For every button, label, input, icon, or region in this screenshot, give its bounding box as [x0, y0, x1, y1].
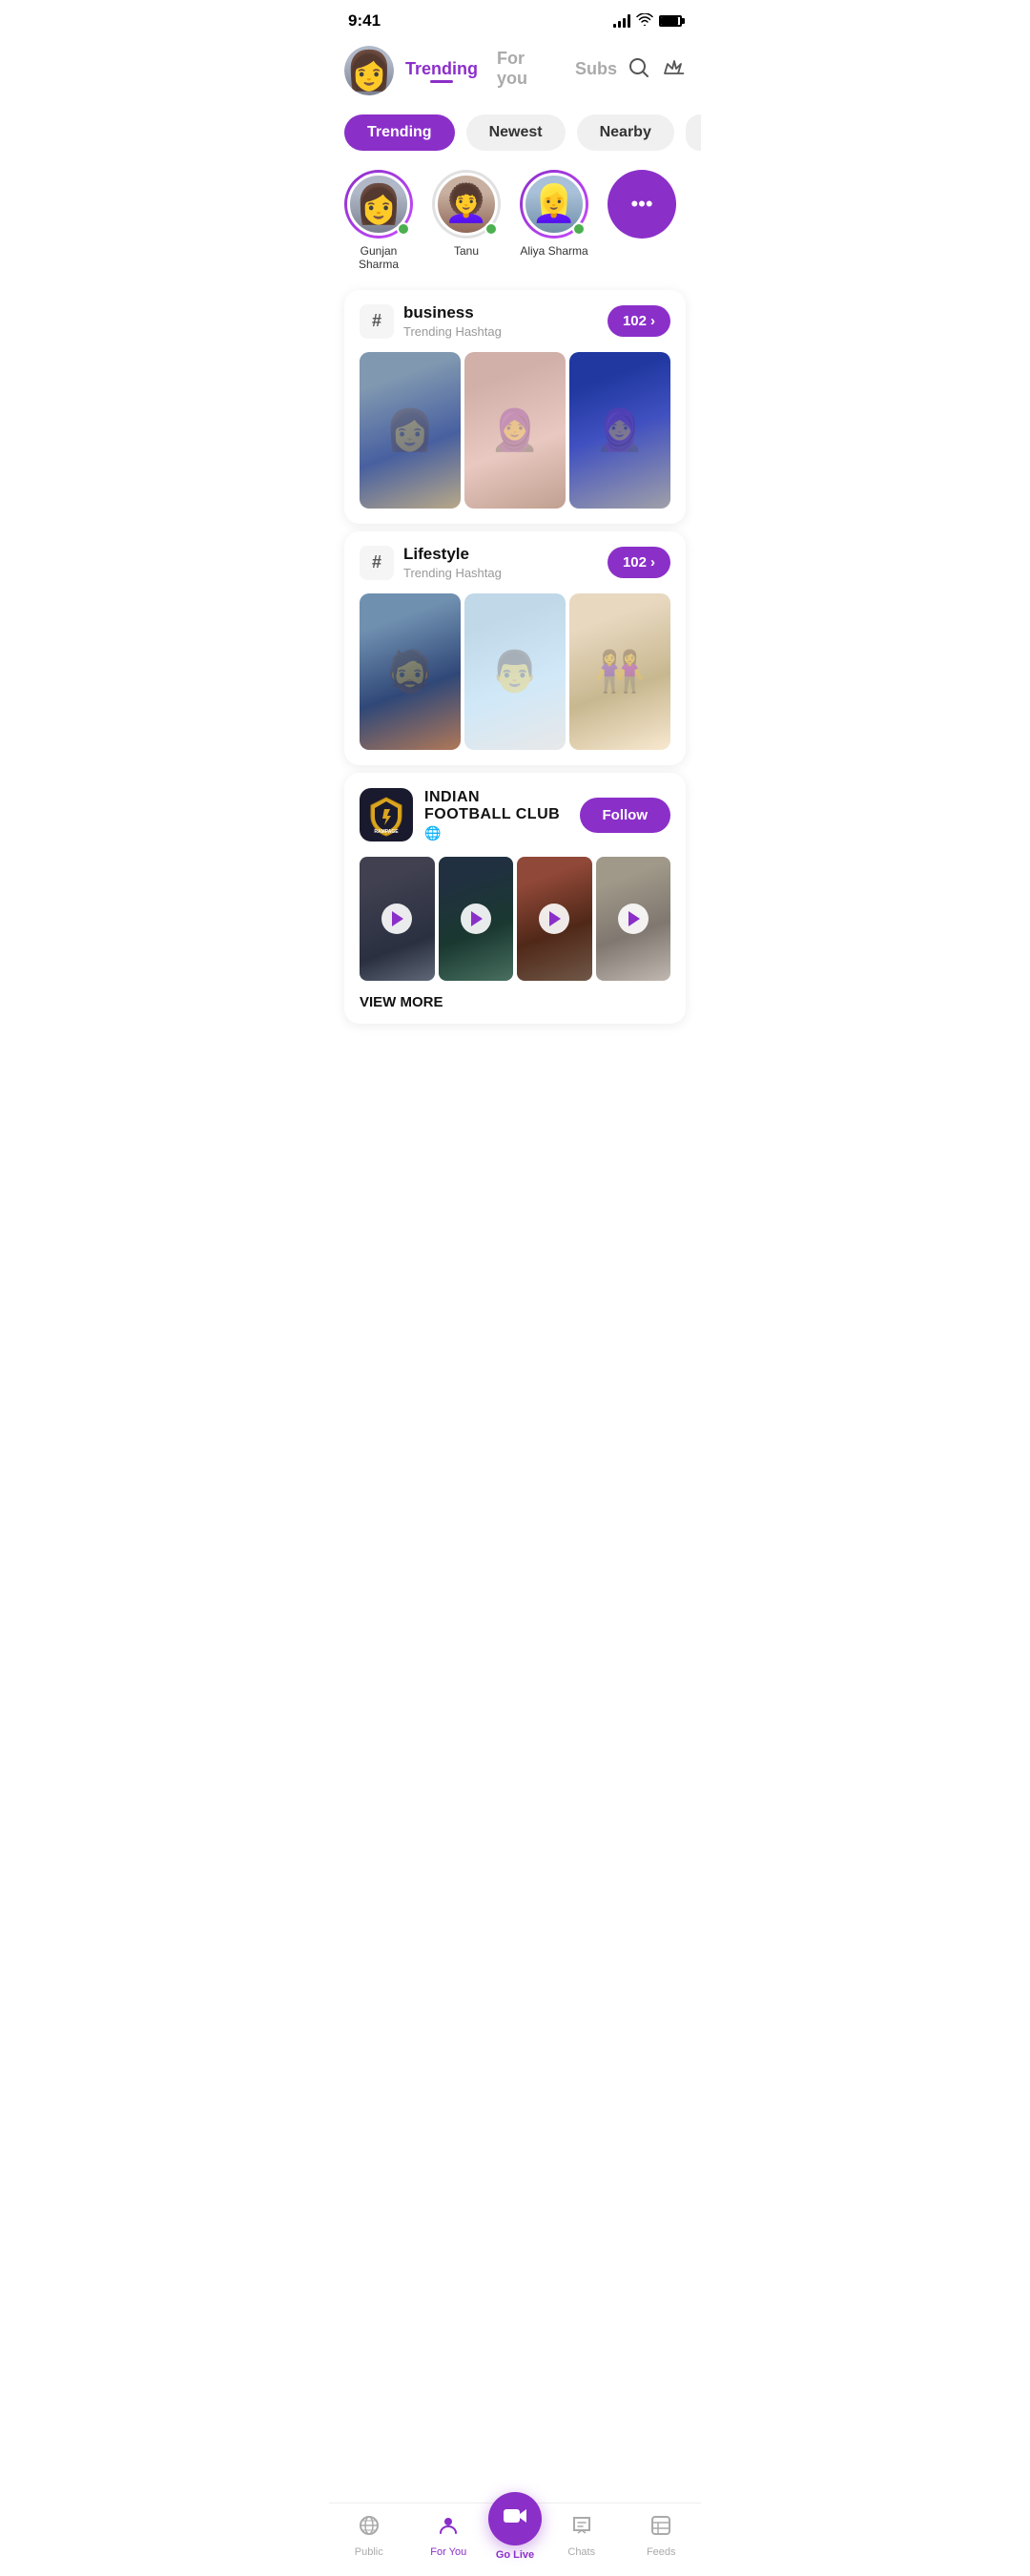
chats-icon — [570, 2514, 593, 2543]
online-dot-1 — [397, 222, 410, 236]
video-thumb-4[interactable] — [596, 857, 671, 981]
online-dot-3 — [572, 222, 586, 236]
count-badge[interactable]: 102 › — [608, 547, 670, 578]
stories-row: Gunjan Sharma Tanu Aliya Sharma ••• — [329, 158, 701, 282]
hashtag-title: Lifestyle — [403, 545, 502, 564]
play-button-1[interactable] — [381, 904, 412, 934]
go-live-button[interactable] — [488, 2492, 542, 2545]
filter-newest[interactable]: Newest — [466, 114, 566, 151]
online-dot-2 — [484, 222, 498, 236]
nav-label-chats: Chats — [567, 2546, 595, 2558]
club-logo: RAMPAGE — [360, 788, 413, 841]
card-header: # Lifestyle Trending Hashtag 102 › — [344, 531, 686, 593]
status-time: 9:41 — [348, 11, 381, 31]
nav-chats[interactable]: Chats — [542, 2514, 622, 2558]
story-item[interactable]: Gunjan Sharma — [344, 170, 413, 271]
lifestyle-image-3[interactable]: 👭 — [569, 593, 670, 750]
nav-label-public: Public — [355, 2546, 383, 2558]
story-more-button[interactable]: ••• — [608, 170, 676, 239]
filter-nearby[interactable]: Nearby — [577, 114, 674, 151]
hashtag-image-3[interactable]: 🧕 — [569, 352, 670, 509]
filter-trending[interactable]: Trending — [344, 114, 455, 151]
follow-button[interactable]: Follow — [580, 798, 671, 833]
hashtag-card-lifestyle: # Lifestyle Trending Hashtag 102 › 🧔 👨 👭 — [344, 531, 686, 765]
status-icons — [613, 13, 682, 30]
card-header: # business Trending Hashtag 102 › — [344, 290, 686, 352]
hashtag-title: business — [403, 303, 502, 322]
wifi-icon — [636, 13, 653, 30]
tab-trending[interactable]: Trending — [405, 59, 478, 83]
card-title-group: # business Trending Hashtag — [360, 303, 502, 339]
view-more-button[interactable]: VIEW MORE — [344, 981, 686, 1024]
club-header: RAMPAGE INDIAN FOOTBALL CLUB 🌐 Follow — [344, 773, 686, 857]
story-name-2: Tanu — [454, 244, 479, 258]
nav-go-live[interactable]: Go Live — [488, 2511, 542, 2561]
signal-icon — [613, 14, 630, 28]
story-item[interactable]: Aliya Sharma — [520, 170, 588, 258]
hashtag-icon: # — [360, 304, 394, 339]
tab-for-you[interactable]: For you — [497, 49, 556, 93]
search-icon[interactable] — [628, 57, 649, 84]
public-icon — [358, 2514, 381, 2543]
nav-label-for-you: For You — [430, 2546, 466, 2558]
crown-icon[interactable] — [663, 58, 686, 83]
nav-label-feeds: Feeds — [647, 2546, 676, 2558]
club-card: RAMPAGE INDIAN FOOTBALL CLUB 🌐 Follow — [344, 773, 686, 1024]
lifestyle-image-2[interactable]: 👨 — [464, 593, 566, 750]
bottom-nav: Public For You Go Live — [329, 2503, 701, 2576]
lifestyle-image-1[interactable]: 🧔 — [360, 593, 461, 750]
hashtag-image-2[interactable]: 🧕 — [464, 352, 566, 509]
header-icons — [628, 57, 686, 84]
svg-text:RAMPAGE: RAMPAGE — [374, 829, 399, 835]
play-triangle-icon — [628, 911, 640, 926]
header: Trending For you Subs — [329, 38, 701, 107]
hashtag-subtitle: Trending Hashtag — [403, 566, 502, 580]
video-grid — [344, 857, 686, 981]
card-images: 🧔 👨 👭 — [344, 593, 686, 765]
hashtag-image-1[interactable]: 👩 — [360, 352, 461, 509]
story-item[interactable]: Tanu — [432, 170, 501, 258]
card-title-group: # Lifestyle Trending Hashtag — [360, 545, 502, 580]
battery-icon — [659, 15, 682, 27]
feeds-icon — [649, 2514, 672, 2543]
hashtag-card-business: # business Trending Hashtag 102 › 👩 🧕 🧕 — [344, 290, 686, 524]
play-triangle-icon — [471, 911, 483, 926]
club-type: 🌐 — [424, 825, 568, 841]
filter-more-partial — [686, 114, 701, 151]
status-bar: 9:41 — [329, 0, 701, 38]
play-button-4[interactable] — [618, 904, 649, 934]
for-you-icon — [437, 2514, 460, 2543]
play-triangle-icon — [392, 911, 403, 926]
play-button-2[interactable] — [461, 904, 491, 934]
play-button-3[interactable] — [539, 904, 569, 934]
story-name-1: Gunjan Sharma — [344, 244, 413, 271]
video-thumb-3[interactable] — [517, 857, 592, 981]
header-nav: Trending For you Subs — [405, 49, 617, 93]
more-dots-icon[interactable]: ••• — [608, 170, 676, 239]
club-name: INDIAN FOOTBALL CLUB — [424, 789, 568, 823]
story-name-3: Aliya Sharma — [520, 244, 587, 258]
story-ring-1 — [344, 170, 413, 239]
nav-for-you[interactable]: For You — [409, 2514, 489, 2558]
nav-label-go-live: Go Live — [496, 2549, 534, 2561]
story-ring-2 — [432, 170, 501, 239]
story-ring-3 — [520, 170, 588, 239]
camera-icon — [503, 2505, 527, 2532]
play-triangle-icon — [549, 911, 561, 926]
count-badge[interactable]: 102 › — [608, 305, 670, 337]
tab-subs[interactable]: Subs — [575, 59, 617, 83]
hashtag-subtitle: Trending Hashtag — [403, 324, 502, 339]
filter-tabs: Trending Newest Nearby — [329, 107, 701, 158]
nav-feeds[interactable]: Feeds — [622, 2514, 702, 2558]
nav-public[interactable]: Public — [329, 2514, 409, 2558]
card-images: 👩 🧕 🧕 — [344, 352, 686, 524]
video-thumb-1[interactable] — [360, 857, 435, 981]
hashtag-icon: # — [360, 546, 394, 580]
video-thumb-2[interactable] — [439, 857, 514, 981]
user-avatar[interactable] — [344, 46, 394, 95]
